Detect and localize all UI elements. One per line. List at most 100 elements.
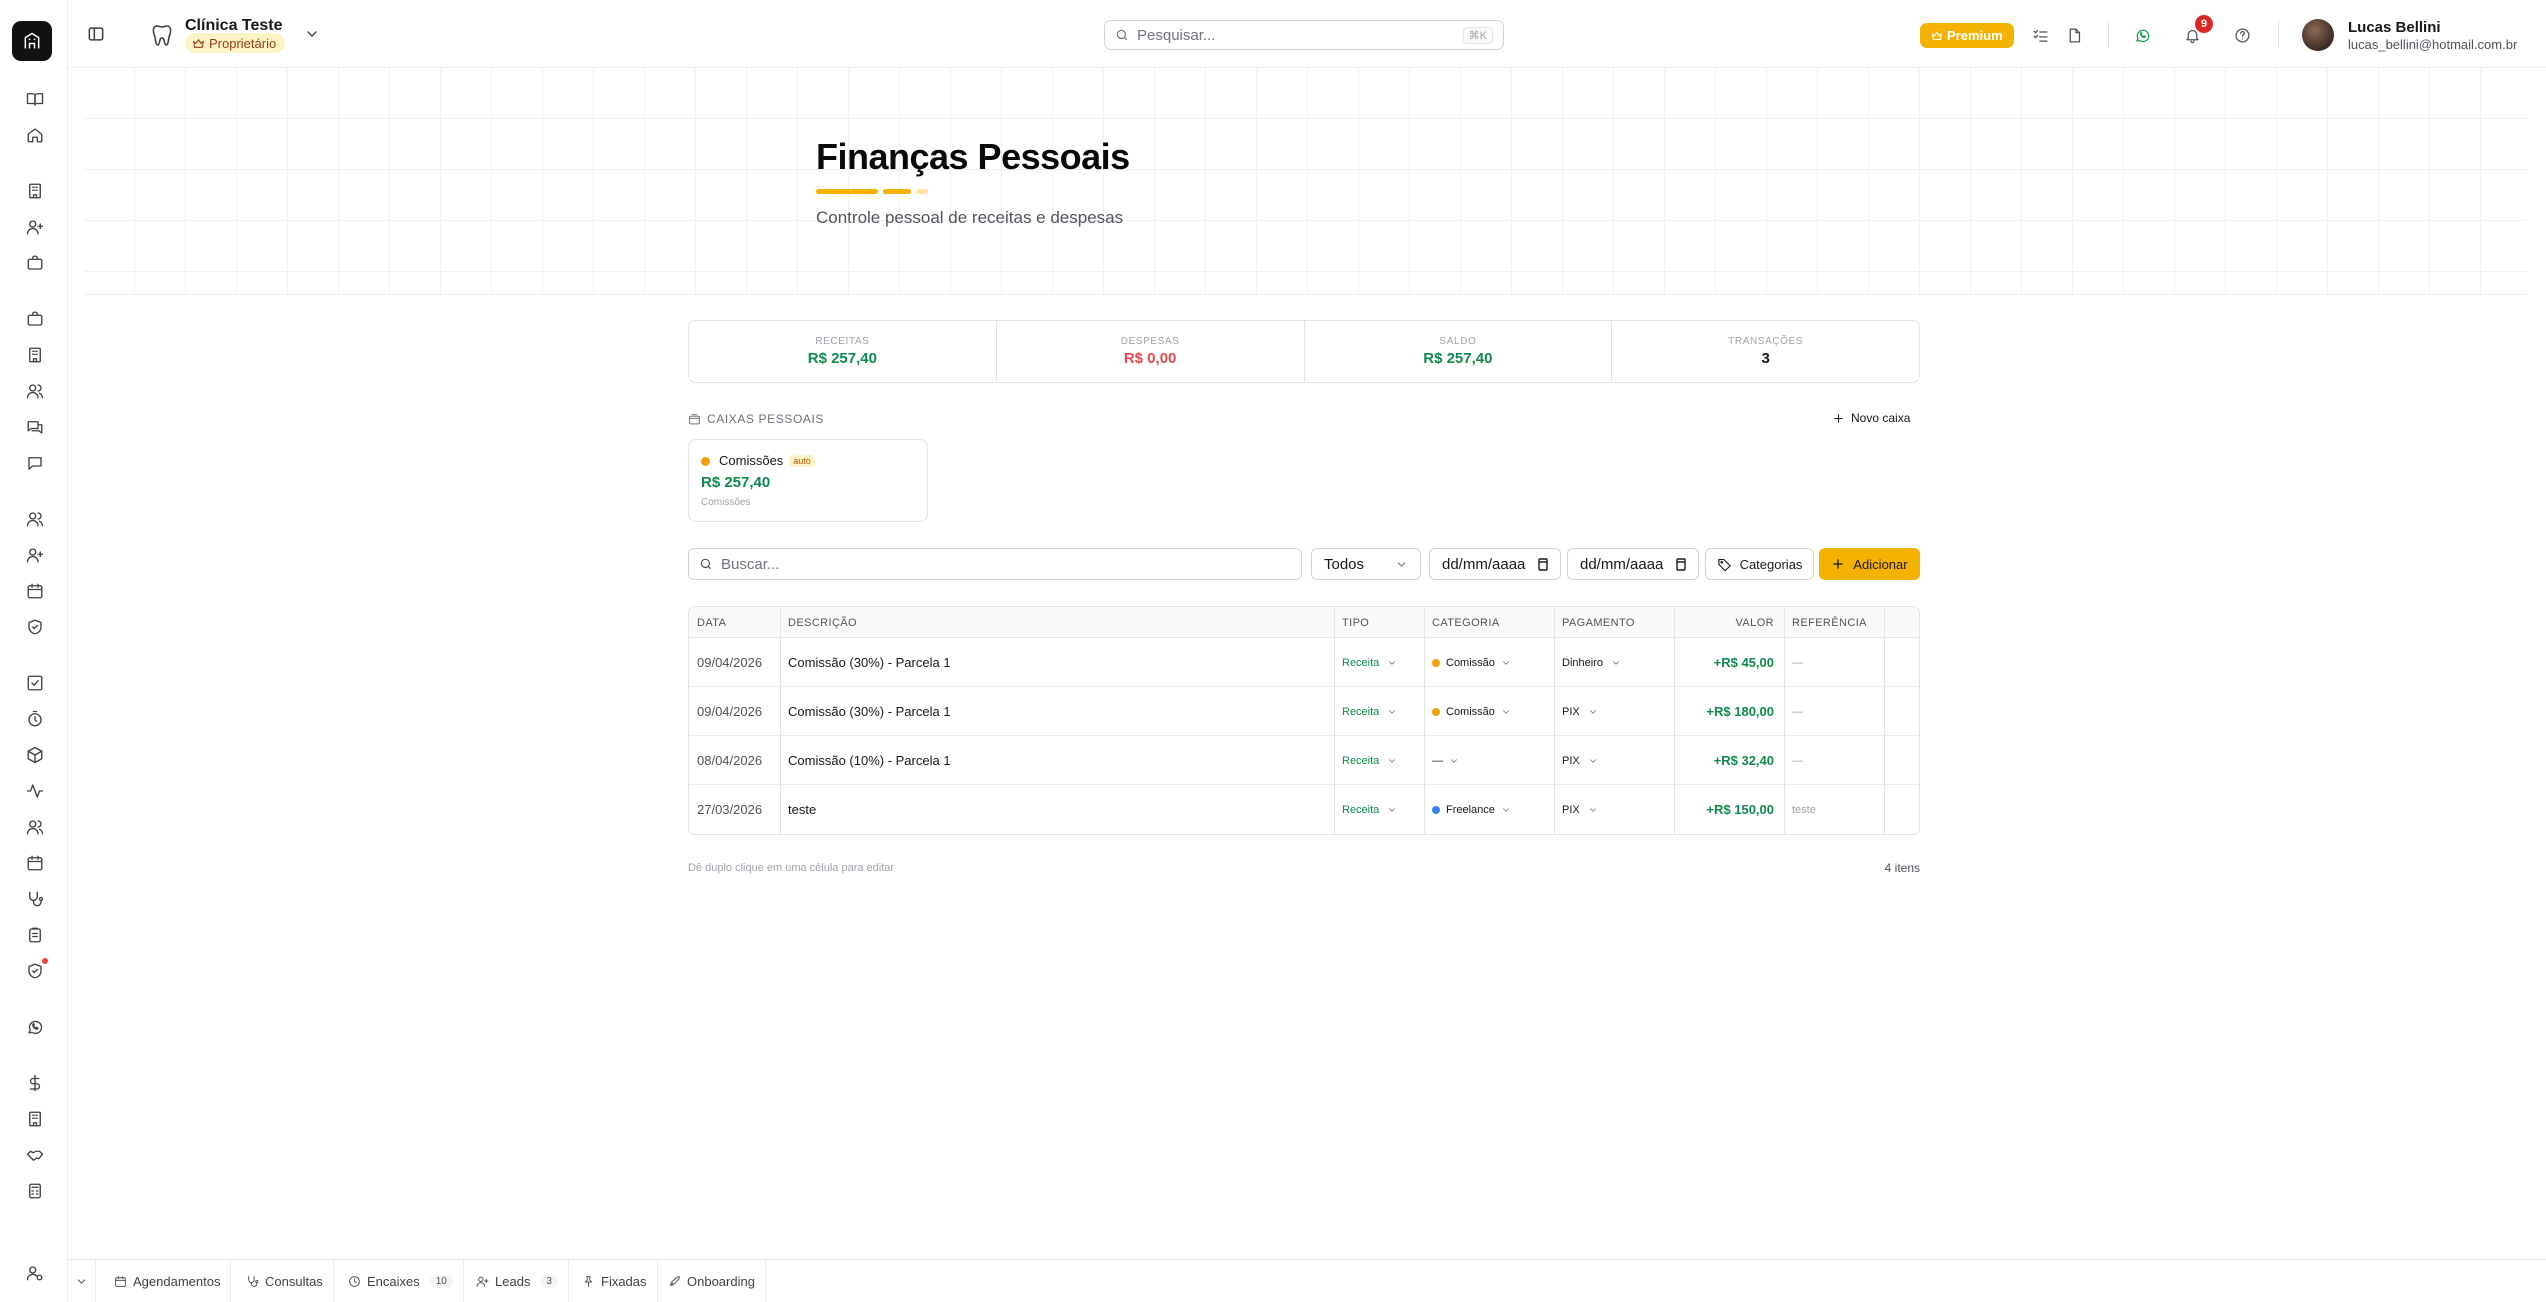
cell-date[interactable]: 08/04/2026 bbox=[689, 736, 762, 785]
building-icon[interactable] bbox=[24, 180, 46, 202]
column-header-tipo[interactable]: TIPO bbox=[1334, 607, 1369, 638]
cell-value[interactable]: +R$ 32,40 bbox=[1674, 736, 1784, 785]
table-row[interactable]: 09/04/2026 Comissão (30%) - Parcela 1 Rece… bbox=[689, 638, 1919, 687]
stat-label: DESPESAS bbox=[1120, 336, 1180, 347]
date-from-input[interactable]: dd/mm/aaaa bbox=[1429, 548, 1561, 580]
cell-value[interactable]: +R$ 150,00 bbox=[1674, 785, 1784, 834]
cell-description[interactable]: teste bbox=[780, 785, 816, 834]
calendar-icon[interactable] bbox=[24, 580, 46, 602]
table-row[interactable]: 08/04/2026 Comissão (10%) - Parcela 1 Rece… bbox=[689, 736, 1919, 785]
cell-reference[interactable]: — bbox=[1784, 687, 1803, 736]
cell-date[interactable]: 27/03/2026 bbox=[689, 785, 762, 834]
cell-type[interactable]: Receita bbox=[1334, 638, 1397, 687]
stethoscope-icon[interactable] bbox=[24, 888, 46, 910]
tab-consultas[interactable]: Consultas bbox=[236, 1260, 334, 1302]
column-header-descricao[interactable]: DESCRIÇÃO bbox=[780, 607, 857, 638]
package-icon[interactable] bbox=[24, 744, 46, 766]
caixa-card[interactable]: Comissões auto R$ 257,40 Comissões bbox=[688, 439, 928, 522]
cell-category[interactable]: Comissão bbox=[1424, 687, 1511, 736]
file-icon[interactable] bbox=[2064, 25, 2084, 45]
tab-label: Onboarding bbox=[687, 1273, 755, 1289]
add-transaction-button[interactable]: Adicionar bbox=[1819, 548, 1920, 580]
cell-payment[interactable]: PIX bbox=[1554, 785, 1598, 834]
cell-payment[interactable]: PIX bbox=[1554, 687, 1598, 736]
cell-reference[interactable]: — bbox=[1784, 638, 1803, 687]
avatar[interactable] bbox=[2302, 19, 2334, 51]
tab-leads[interactable]: Leads 3 bbox=[466, 1260, 569, 1302]
check-square-icon[interactable] bbox=[24, 672, 46, 694]
tab-fixadas[interactable]: Fixadas bbox=[572, 1260, 658, 1302]
book-icon[interactable] bbox=[24, 88, 46, 110]
bell-icon[interactable]: 9 bbox=[2182, 15, 2213, 45]
type-filter-select[interactable]: Todos bbox=[1311, 548, 1421, 580]
table-row[interactable]: 27/03/2026 teste Receita Freelance PIX +R$ 15… bbox=[689, 785, 1919, 834]
users-icon[interactable] bbox=[24, 816, 46, 838]
bottom-bar-toggle[interactable] bbox=[68, 1260, 96, 1302]
help-icon[interactable] bbox=[2232, 25, 2252, 45]
cell-type[interactable]: Receita bbox=[1334, 687, 1397, 736]
cell-category[interactable]: Comissão bbox=[1424, 638, 1511, 687]
app-logo[interactable] bbox=[12, 21, 52, 61]
cell-value[interactable]: +R$ 180,00 bbox=[1674, 687, 1784, 736]
building-icon[interactable] bbox=[24, 1108, 46, 1130]
briefcase-icon[interactable] bbox=[24, 252, 46, 274]
cell-reference[interactable]: teste bbox=[1784, 785, 1816, 834]
users-icon[interactable] bbox=[24, 380, 46, 402]
column-header-valor[interactable]: VALOR bbox=[1674, 607, 1784, 638]
message-icon[interactable] bbox=[24, 452, 46, 474]
cell-date[interactable]: 09/04/2026 bbox=[689, 638, 762, 687]
column-header-referencia[interactable]: REFERÊNCIA bbox=[1784, 607, 1867, 638]
tab-label: Fixadas bbox=[601, 1273, 647, 1289]
cell-reference[interactable]: — bbox=[1784, 736, 1803, 785]
tab-agendamentos[interactable]: Agendamentos bbox=[104, 1260, 232, 1302]
date-to-input[interactable]: dd/mm/aaaa bbox=[1567, 548, 1699, 580]
categories-button[interactable]: Categorias bbox=[1705, 548, 1814, 580]
premium-button[interactable]: Premium bbox=[1920, 23, 2014, 48]
dollar-icon[interactable] bbox=[24, 1072, 46, 1094]
sidebar-toggle-icon[interactable] bbox=[86, 24, 106, 44]
activity-icon[interactable] bbox=[24, 780, 46, 802]
user-plus-icon[interactable] bbox=[24, 216, 46, 238]
transactions-search-input[interactable]: Buscar... bbox=[688, 548, 1302, 580]
shield-check-icon[interactable] bbox=[24, 958, 48, 982]
home-icon[interactable] bbox=[24, 124, 46, 146]
user-plus-icon[interactable] bbox=[24, 544, 46, 566]
search-shortcut: ⌘K bbox=[1462, 26, 1493, 44]
cell-description[interactable]: Comissão (30%) - Parcela 1 bbox=[780, 638, 951, 687]
cell-payment[interactable]: PIX bbox=[1554, 736, 1598, 785]
messages-icon[interactable] bbox=[24, 416, 46, 438]
chevron-down-icon bbox=[1451, 758, 1457, 763]
user-settings-icon[interactable] bbox=[24, 1262, 46, 1284]
calendar-icon[interactable] bbox=[24, 852, 46, 874]
clipboard-icon[interactable] bbox=[24, 924, 46, 946]
handshake-icon[interactable] bbox=[24, 1144, 46, 1166]
column-header-pagamento[interactable]: PAGAMENTO bbox=[1554, 607, 1635, 638]
cell-description[interactable]: Comissão (10%) - Parcela 1 bbox=[780, 736, 951, 785]
user-name[interactable]: Lucas Bellini bbox=[2348, 19, 2441, 36]
cell-description[interactable]: Comissão (30%) - Parcela 1 bbox=[780, 687, 951, 736]
whatsapp-icon[interactable] bbox=[24, 1016, 46, 1038]
timer-icon[interactable] bbox=[24, 708, 46, 730]
column-header-data[interactable]: DATA bbox=[689, 607, 726, 638]
tab-onboarding[interactable]: Onboarding bbox=[658, 1260, 766, 1302]
global-search[interactable]: Pesquisar... ⌘K bbox=[1104, 20, 1504, 50]
building-icon[interactable] bbox=[24, 344, 46, 366]
cell-category[interactable]: — bbox=[1424, 736, 1459, 785]
users-icon[interactable] bbox=[24, 508, 46, 530]
cell-type[interactable]: Receita bbox=[1334, 736, 1397, 785]
tab-encaixes[interactable]: Encaixes 10 bbox=[338, 1260, 464, 1302]
cell-date[interactable]: 09/04/2026 bbox=[689, 687, 762, 736]
cell-value[interactable]: +R$ 45,00 bbox=[1674, 638, 1784, 687]
cell-type[interactable]: Receita bbox=[1334, 785, 1397, 834]
column-header-categoria[interactable]: CATEGORIA bbox=[1424, 607, 1500, 638]
shield-check-icon[interactable] bbox=[24, 616, 46, 638]
checklist-icon[interactable] bbox=[2030, 25, 2050, 45]
cell-payment[interactable]: Dinheiro bbox=[1554, 638, 1621, 687]
table-row[interactable]: 09/04/2026 Comissão (30%) - Parcela 1 Rece… bbox=[689, 687, 1919, 736]
calculator-icon[interactable] bbox=[24, 1180, 46, 1202]
new-caixa-button[interactable]: Novo caixa bbox=[1832, 411, 1910, 425]
whatsapp-icon[interactable] bbox=[2132, 25, 2152, 45]
briefcase-icon[interactable] bbox=[24, 308, 46, 330]
chevron-down-icon[interactable] bbox=[304, 26, 320, 42]
cell-category[interactable]: Freelance bbox=[1424, 785, 1511, 834]
